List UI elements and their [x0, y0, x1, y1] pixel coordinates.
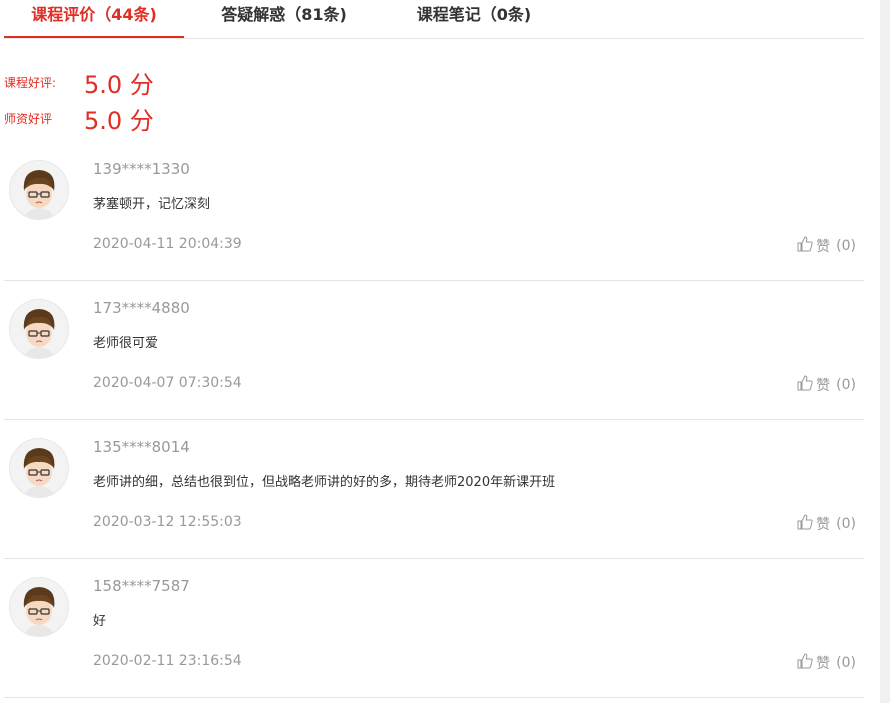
review-comment: 老师很可爱	[93, 336, 159, 351]
like-label: 赞	[816, 239, 831, 255]
reviewer-name: 135****8014	[93, 438, 190, 456]
thumbs-up-icon	[797, 236, 816, 256]
avatar	[9, 438, 69, 498]
like-label: 赞	[816, 378, 831, 394]
reviewer-name: 139****1330	[93, 160, 190, 178]
tab-bar: 课程评价（44条) 答疑解惑（81条) 课程笔记（0条)	[4, 0, 864, 39]
scrollbar[interactable]	[880, 0, 890, 703]
reviewer-name: 158****7587	[93, 577, 190, 595]
tab-course-reviews[interactable]: 课程评价（44条)	[4, 0, 184, 38]
thumbs-up-icon	[797, 514, 816, 534]
avatar	[9, 299, 69, 359]
review-comment: 茅塞顿开，记忆深刻	[93, 197, 211, 212]
like-count: (0)	[836, 655, 856, 671]
tab-qa[interactable]: 答疑解惑（81条)	[204, 0, 364, 36]
thumbs-up-icon	[797, 653, 816, 673]
thumbs-up-icon	[797, 375, 816, 395]
like-label: 赞	[816, 517, 831, 533]
like-button[interactable]: 赞 (0)	[797, 653, 856, 673]
course-rating-label: 课程好评:	[4, 75, 57, 90]
review-item: 139****1330 茅塞顿开，记忆深刻 2020-04-11 20:04:3…	[4, 141, 864, 281]
tab-course-notes[interactable]: 课程笔记（0条)	[394, 0, 554, 36]
review-date: 2020-03-12 12:55:03	[93, 514, 242, 530]
review-item: 173****4880 老师很可爱 2020-04-07 07:30:54 赞 …	[4, 280, 864, 420]
review-item: 135****8014 老师讲的细，总结也很到位，但战略老师讲的好的多，期待老师…	[4, 419, 864, 559]
review-date: 2020-02-11 23:16:54	[93, 653, 242, 669]
like-button[interactable]: 赞 (0)	[797, 375, 856, 395]
teacher-rating-label: 师资好评	[4, 111, 53, 126]
like-button[interactable]: 赞 (0)	[797, 236, 856, 256]
course-rating-value: 5.0 分	[84, 70, 154, 99]
like-count: (0)	[836, 516, 856, 532]
review-date: 2020-04-11 20:04:39	[93, 236, 242, 252]
review-comment: 好	[93, 614, 107, 629]
teacher-rating-value: 5.0 分	[84, 106, 154, 135]
review-date: 2020-04-07 07:30:54	[93, 375, 242, 391]
avatar	[9, 577, 69, 637]
like-button[interactable]: 赞 (0)	[797, 514, 856, 534]
teacher-rating: 师资好评 5.0 分	[4, 103, 154, 135]
review-comment: 老师讲的细，总结也很到位，但战略老师讲的好的多，期待老师2020年新课开班	[93, 475, 556, 490]
like-label: 赞	[816, 656, 831, 672]
like-count: (0)	[836, 238, 856, 254]
reviewer-name: 173****4880	[93, 299, 190, 317]
review-item: 158****7587 好 2020-02-11 23:16:54 赞 (0)	[4, 558, 864, 698]
course-rating: 课程好评: 5.0 分	[4, 67, 154, 99]
like-count: (0)	[836, 377, 856, 393]
avatar	[9, 160, 69, 220]
